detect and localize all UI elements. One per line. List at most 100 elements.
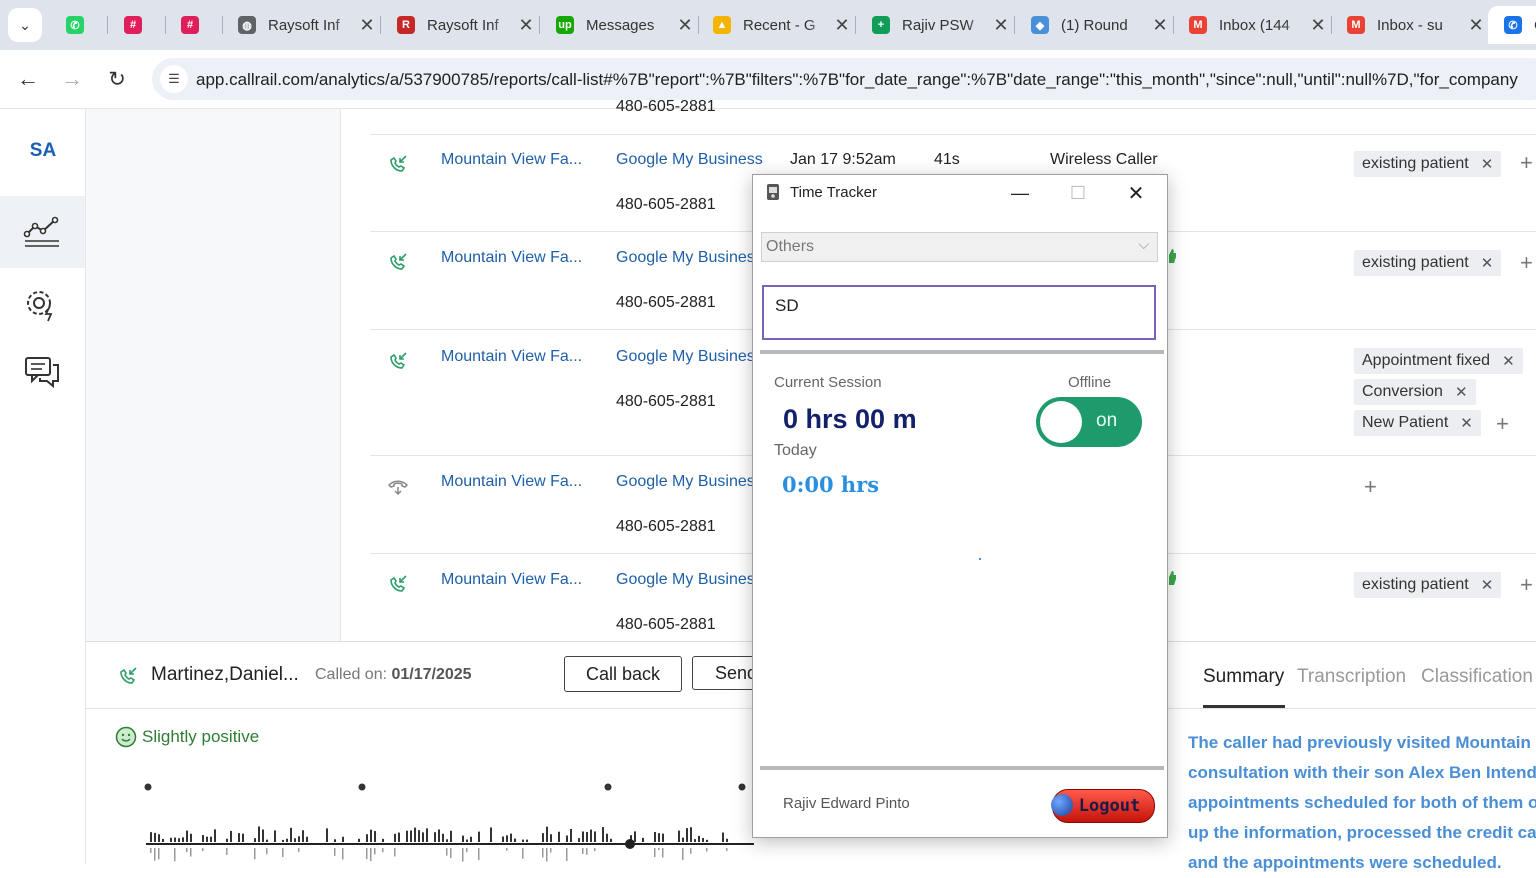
- close-window-icon[interactable]: ✕: [1122, 180, 1150, 206]
- close-tab-icon[interactable]: ✕: [355, 15, 379, 36]
- remove-tag-icon[interactable]: ✕: [1481, 254, 1494, 272]
- remove-tag-icon[interactable]: ✕: [1481, 155, 1494, 173]
- browser-tab[interactable]: R Raysoft Inf ✕: [381, 6, 538, 44]
- task-input-value: SD: [775, 296, 799, 315]
- waveform-bar: [654, 832, 656, 842]
- waveform-bar: [726, 838, 728, 842]
- tab-search-chevron-icon[interactable]: ⌄: [8, 8, 42, 42]
- browser-tab[interactable]: up Messages ✕: [540, 6, 697, 44]
- forward-arrow-icon[interactable]: →: [57, 64, 87, 94]
- remove-tag-icon[interactable]: ✕: [1481, 576, 1494, 594]
- add-tag-icon[interactable]: +: [1520, 150, 1533, 176]
- close-tab-icon[interactable]: ✕: [989, 15, 1013, 36]
- conversations-chat-icon[interactable]: [22, 352, 62, 392]
- call-row-phone: 480-605-2881: [616, 294, 716, 311]
- waveform-bar: [446, 839, 448, 842]
- close-tab-icon[interactable]: ✕: [673, 15, 697, 36]
- browser-tab[interactable]: #: [165, 6, 221, 44]
- waveform-bar: [662, 848, 664, 858]
- tab-summary[interactable]: Summary: [1203, 666, 1284, 688]
- waveform-bar: [226, 848, 228, 855]
- maximize-icon[interactable]: ☐: [1064, 180, 1092, 206]
- call-row-source[interactable]: Google My Business: [616, 249, 763, 267]
- browser-tab[interactable]: ✆C: [1488, 6, 1536, 44]
- call-row-name[interactable]: Mountain View Fa...: [441, 249, 582, 267]
- close-tab-icon[interactable]: ✕: [1464, 15, 1488, 36]
- remove-tag-icon[interactable]: ✕: [1502, 352, 1515, 370]
- call-row-phone: 480-605-2881: [616, 518, 716, 535]
- add-tag-icon[interactable]: +: [1496, 411, 1509, 437]
- filter-side-panel: [86, 109, 341, 641]
- waveform-bar: [706, 839, 708, 842]
- call-row-source[interactable]: Google My Business: [616, 571, 763, 589]
- add-tag-icon[interactable]: +: [1364, 474, 1377, 500]
- waveform-bar: [150, 832, 152, 842]
- waveform-bar: [306, 836, 308, 842]
- add-tag-icon[interactable]: +: [1520, 250, 1533, 276]
- logout-label: Logout: [1078, 796, 1141, 816]
- minimize-icon[interactable]: —: [1006, 180, 1034, 206]
- call-row-source[interactable]: Google My Business: [616, 348, 763, 366]
- browser-tab[interactable]: ◆ (1) Round ✕: [1015, 6, 1172, 44]
- call-row-name[interactable]: Mountain View Fa...: [441, 571, 582, 589]
- status-label: Offline: [1068, 374, 1112, 391]
- waveform-bar: [186, 848, 188, 853]
- raysoft-icon: R: [397, 16, 415, 34]
- waveform-bar: [286, 838, 288, 842]
- waveform-bar: [342, 836, 344, 842]
- waveform-bar: [642, 837, 644, 842]
- close-tab-icon[interactable]: ✕: [830, 15, 854, 36]
- settings-gear-icon[interactable]: [22, 284, 62, 324]
- tab-classification[interactable]: Classification: [1421, 666, 1533, 688]
- task-input[interactable]: SD: [762, 285, 1156, 340]
- waveform-bar: [566, 848, 568, 862]
- logout-button[interactable]: Logout: [1051, 789, 1155, 823]
- tab-transcription[interactable]: Transcription: [1297, 666, 1406, 688]
- url-text[interactable]: app.callrail.com/analytics/a/537900785/r…: [196, 70, 1518, 90]
- waveform-bar: [506, 835, 508, 842]
- remove-tag-icon[interactable]: ✕: [1460, 414, 1473, 432]
- call-audio-waveform[interactable]: [140, 778, 760, 864]
- browser-tab-title: Raysoft Inf: [427, 16, 499, 34]
- roundcube-icon: ◆: [1031, 16, 1049, 34]
- close-tab-icon[interactable]: ✕: [514, 15, 538, 36]
- reload-icon[interactable]: ↻: [102, 64, 132, 94]
- analytics-chart-icon[interactable]: [22, 212, 62, 252]
- call-row-name[interactable]: Mountain View Fa...: [441, 348, 582, 366]
- browser-tab[interactable]: M Inbox (144 ✕: [1173, 6, 1330, 44]
- browser-tab[interactable]: ✆: [50, 6, 106, 44]
- inbound-call-icon: [390, 575, 407, 592]
- waveform-bar: [242, 833, 244, 842]
- browser-tab[interactable]: #: [108, 6, 164, 44]
- add-tag-icon[interactable]: +: [1520, 572, 1533, 598]
- waveform-bar: [610, 838, 612, 842]
- waveform-bar: [470, 836, 472, 842]
- call-row-name[interactable]: Mountain View Fa...: [441, 151, 582, 169]
- waveform-bar: [590, 829, 592, 842]
- browser-tab[interactable]: ▲ Recent - G ✕: [697, 6, 854, 44]
- waveform-bar: [682, 848, 684, 861]
- browser-tab[interactable]: M Inbox - su ✕: [1331, 6, 1488, 44]
- waveform-bar: [174, 848, 176, 862]
- browser-tab[interactable]: ◍ Raysoft Inf ✕: [222, 6, 379, 44]
- inbound-call-icon: [390, 155, 407, 172]
- waveform-bar: [526, 839, 528, 842]
- waveform-bar: [438, 829, 440, 842]
- close-tab-icon[interactable]: ✕: [1148, 15, 1172, 36]
- project-select[interactable]: Others ⌵: [761, 232, 1158, 262]
- call-row-caller-type: Wireless Caller: [1050, 151, 1158, 168]
- call-row-source[interactable]: Google My Business: [616, 151, 763, 169]
- call-back-button[interactable]: Call back: [564, 656, 682, 692]
- close-tab-icon[interactable]: ✕: [1306, 15, 1330, 36]
- call-row-date: Jan 17 9:52am: [790, 151, 896, 168]
- called-on-label: Called on:: [315, 666, 388, 683]
- remove-tag-icon[interactable]: ✕: [1455, 383, 1468, 401]
- google-sheets-icon: +: [872, 16, 890, 34]
- browser-tab[interactable]: + Rajiv PSW ✕: [856, 6, 1013, 44]
- site-info-icon[interactable]: ☰: [160, 65, 188, 93]
- call-row-name[interactable]: Mountain View Fa...: [441, 473, 582, 491]
- back-arrow-icon[interactable]: ←: [13, 64, 43, 94]
- call-row-source[interactable]: Google My Business: [616, 473, 763, 491]
- waveform-bar: [370, 848, 372, 862]
- account-initials[interactable]: SA: [20, 140, 66, 170]
